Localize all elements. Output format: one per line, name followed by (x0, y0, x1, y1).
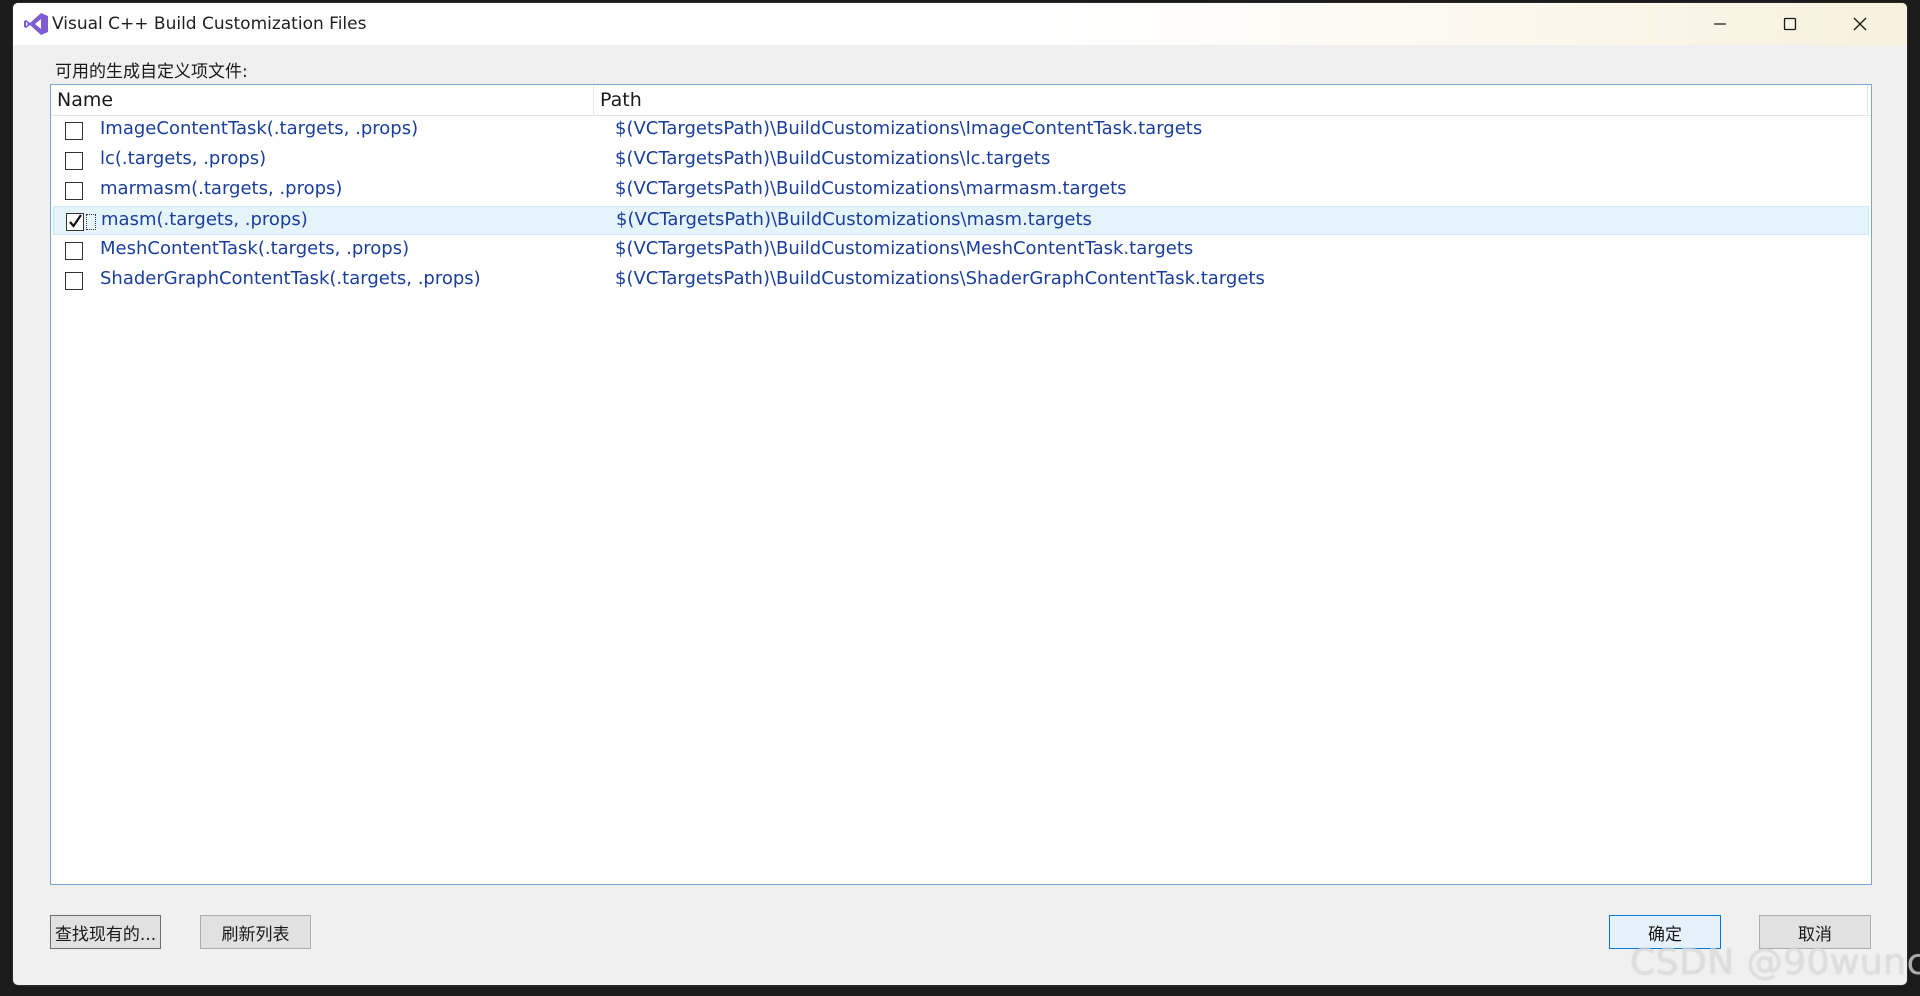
item-checkbox[interactable] (65, 242, 83, 260)
available-files-label: 可用的生成自定义项文件: (55, 62, 248, 82)
window-title: Visual C++ Build Customization Files (52, 14, 367, 34)
list-item[interactable]: lc(.targets, .props) $(VCTargetsPath)\Bu… (53, 146, 1869, 175)
close-icon (1853, 17, 1867, 31)
item-path: $(VCTargetsPath)\BuildCustomizations\mas… (616, 209, 1092, 230)
desktop-background: Visual C++ Build Customization Files 可用的… (0, 0, 1920, 996)
list-item-selected[interactable]: masm(.targets, .props) $(VCTargetsPath)\… (53, 206, 1869, 235)
list-item[interactable]: marmasm(.targets, .props) $(VCTargetsPat… (53, 176, 1869, 205)
column-header-path[interactable]: Path (594, 85, 1868, 115)
item-name: marmasm(.targets, .props) (100, 178, 343, 199)
minimize-icon (1714, 23, 1726, 25)
find-existing-button[interactable]: 查找现有的... (50, 915, 161, 949)
list-header: Name Path (51, 85, 1871, 116)
item-name: masm(.targets, .props) (101, 209, 308, 230)
list-item[interactable]: ImageContentTask(.targets, .props) $(VCT… (53, 116, 1869, 145)
item-path: $(VCTargetsPath)\BuildCustomizations\Mes… (615, 238, 1194, 259)
focus-rectangle (86, 214, 96, 230)
checkmark-icon (69, 214, 82, 228)
list-item[interactable]: ShaderGraphContentTask(.targets, .props)… (53, 266, 1869, 295)
item-path: $(VCTargetsPath)\BuildCustomizations\lc.… (615, 148, 1051, 169)
visual-studio-logo-icon (24, 13, 48, 35)
item-checkbox[interactable] (65, 272, 83, 290)
maximize-icon (1783, 17, 1797, 31)
item-path: $(VCTargetsPath)\BuildCustomizations\Ima… (615, 118, 1203, 139)
item-path: $(VCTargetsPath)\BuildCustomizations\Sha… (615, 268, 1265, 289)
item-checkbox[interactable] (65, 122, 83, 140)
item-name: ImageContentTask(.targets, .props) (100, 118, 419, 139)
close-button[interactable] (1825, 3, 1895, 45)
item-path: $(VCTargetsPath)\BuildCustomizations\mar… (615, 178, 1127, 199)
refresh-list-button[interactable]: 刷新列表 (200, 915, 311, 949)
item-name: lc(.targets, .props) (100, 148, 267, 169)
item-checkbox[interactable] (65, 182, 83, 200)
build-customization-dialog: Visual C++ Build Customization Files 可用的… (12, 2, 1908, 986)
item-checkbox-checked[interactable] (66, 213, 84, 231)
column-header-name[interactable]: Name (51, 85, 594, 115)
minimize-button[interactable] (1685, 3, 1755, 45)
list-item[interactable]: MeshContentTask(.targets, .props) $(VCTa… (53, 236, 1869, 265)
maximize-button[interactable] (1755, 3, 1825, 45)
item-checkbox[interactable] (65, 152, 83, 170)
watermark: CSDN @90wunch (1630, 942, 1920, 983)
item-name: MeshContentTask(.targets, .props) (100, 238, 410, 259)
customization-files-list[interactable]: Name Path ImageContentTask(.targets, .pr… (50, 84, 1872, 885)
title-bar[interactable]: Visual C++ Build Customization Files (13, 3, 1907, 45)
item-name: ShaderGraphContentTask(.targets, .props) (100, 268, 481, 289)
